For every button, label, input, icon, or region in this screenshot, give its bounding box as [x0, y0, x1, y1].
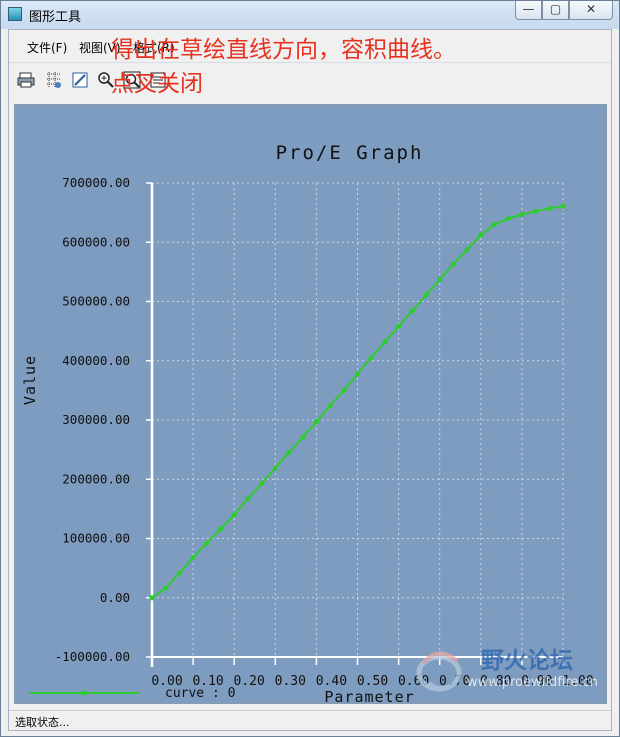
chart-title: Pro/E Graph: [276, 142, 424, 164]
status-bar: 选取状态...: [9, 710, 611, 731]
data-point: [231, 512, 237, 518]
data-point: [300, 434, 306, 440]
data-point: [396, 323, 402, 329]
y-tick-label: 300000.00: [62, 412, 130, 427]
watermark-title: 野火论坛: [481, 648, 573, 674]
menu-view[interactable]: 视图(V): [79, 39, 121, 56]
data-point: [218, 526, 224, 532]
data-point: [478, 232, 484, 238]
watermark-logo: [416, 651, 462, 692]
data-point: [204, 540, 210, 546]
watermark-url: www.proewildfire.cn: [467, 675, 598, 690]
menu-file[interactable]: 文件(F): [27, 39, 67, 56]
data-point: [450, 261, 456, 267]
data-point: [354, 371, 361, 377]
grid-settings-icon[interactable]: [45, 71, 63, 89]
data-point: [423, 292, 429, 298]
data-point: [368, 355, 374, 361]
window-title: 图形工具: [29, 10, 82, 25]
status-text: 选取状态...: [15, 716, 70, 729]
y-tick-label: 600000.00: [62, 234, 130, 249]
graph-panel: Pro/E Graph 700000.00 600000.00 500000.00 40…: [14, 104, 607, 704]
data-point: [327, 403, 333, 409]
x-tick-label: 0.40: [316, 674, 347, 689]
print-icon[interactable]: [17, 71, 35, 89]
x-tick-label: 0.20: [234, 674, 265, 689]
data-point: [286, 449, 292, 456]
data-point: [259, 480, 265, 486]
watermark: 野火论坛 www.proewildfire.cn: [403, 639, 613, 701]
data-point: [341, 387, 347, 393]
y-tick-label: 200000.00: [62, 471, 130, 486]
data-point: [560, 203, 566, 209]
data-point: [245, 496, 251, 502]
data-point: [491, 221, 497, 228]
y-tick-label: 400000.00: [62, 353, 130, 368]
data-point: [464, 246, 470, 252]
data-point: [190, 554, 196, 561]
data-point: [437, 276, 443, 283]
data-point: [162, 585, 169, 591]
y-tick-label: 100000.00: [62, 531, 130, 546]
title-bar[interactable]: 图形工具 — ▢ ✕: [1, 1, 619, 29]
y-tick-label: 700000.00: [62, 175, 130, 190]
graph-tool-window: 图形工具 — ▢ ✕ 文件(F) 视图(V) 格式(R) Pro/E Graph…: [0, 0, 620, 737]
x-axis-label: Parameter: [324, 688, 414, 703]
data-point: [313, 419, 319, 425]
data-point: [519, 211, 525, 218]
graph-info-icon[interactable]: [149, 71, 167, 89]
menu-format[interactable]: 格式(R): [133, 39, 175, 56]
legend-label: curve : 0: [165, 686, 235, 701]
zoom-in-icon[interactable]: [97, 71, 115, 89]
graph-canvas: Pro/E Graph 700000.00 600000.00 500000.00 40…: [21, 142, 594, 703]
legend-marker: [81, 690, 87, 696]
y-tick-label: 0.00: [100, 590, 130, 605]
refit-icon[interactable]: [71, 71, 89, 89]
minimize-button[interactable]: —: [515, 1, 542, 20]
toolbar: [9, 62, 611, 95]
zoom-out-icon[interactable]: [123, 71, 141, 89]
close-button[interactable]: ✕: [569, 1, 613, 20]
data-point: [272, 465, 278, 471]
x-tick-label: 0.50: [357, 674, 388, 689]
data-point: [505, 215, 511, 222]
y-axis-label: Value: [21, 355, 39, 405]
maximize-button[interactable]: ▢: [542, 1, 569, 20]
data-point: [149, 595, 155, 601]
app-icon: [8, 7, 22, 21]
y-tick-label: 500000.00: [62, 294, 130, 309]
data-point: [176, 570, 183, 576]
x-tick-label: 0.30: [275, 674, 306, 689]
data-point: [532, 208, 539, 215]
data-point: [409, 308, 415, 314]
client-area: 文件(F) 视图(V) 格式(R) Pro/E Graph 700000.00 …: [8, 29, 612, 731]
data-point: [382, 339, 388, 345]
data-point: [546, 205, 553, 212]
menu-bar: 文件(F) 视图(V) 格式(R): [9, 30, 611, 60]
y-tick-label: -100000.00: [55, 649, 130, 664]
